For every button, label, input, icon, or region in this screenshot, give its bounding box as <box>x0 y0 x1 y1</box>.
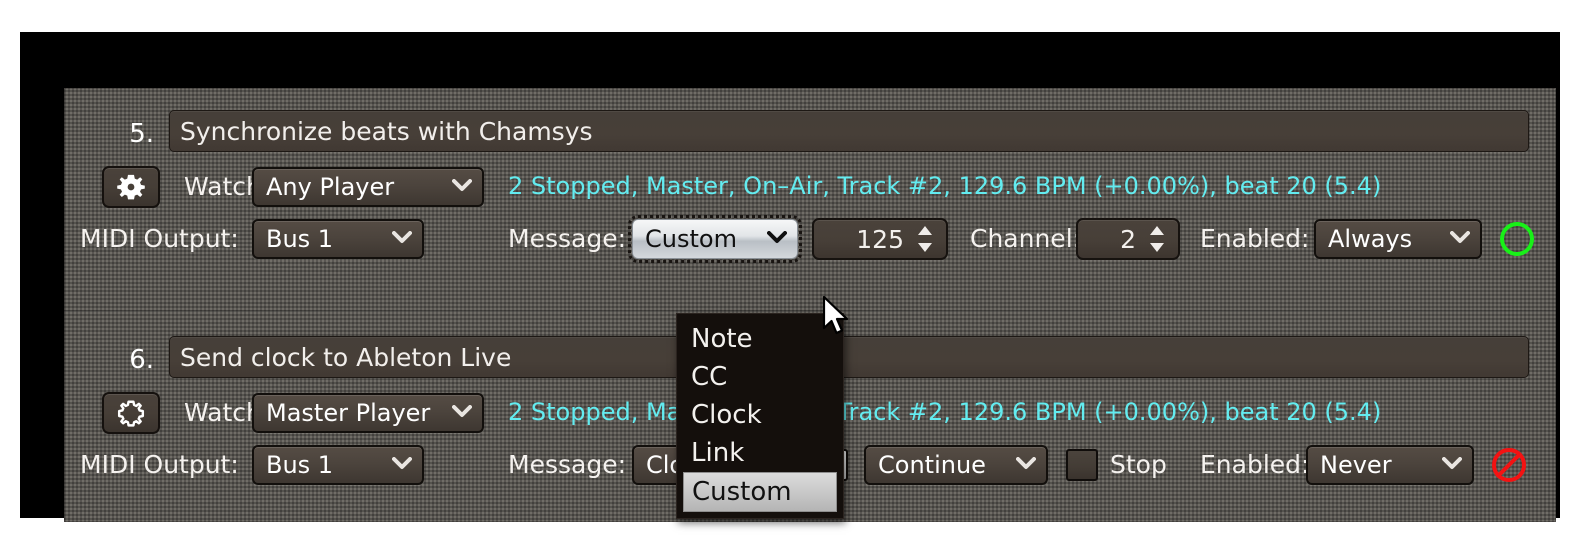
trigger-row-5: 5. Synchronize beats with Chamsys Watch: <box>64 88 1556 288</box>
trigger-6-midi-output-label: MIDI Output: <box>80 450 239 479</box>
gear-filled-icon <box>117 174 145 200</box>
trigger-6-midi-output-select[interactable]: Bus 1 <box>252 445 424 485</box>
chevron-down-icon <box>1446 231 1474 247</box>
enabled-ring-icon <box>1500 222 1534 256</box>
menu-item-label: Link <box>691 438 745 468</box>
trigger-6-enabled-value: Never <box>1320 451 1392 479</box>
menu-item-custom[interactable]: Custom <box>683 472 837 512</box>
trigger-6-index: 6. <box>129 345 154 375</box>
trigger-6-watch-select[interactable]: Master Player <box>252 393 484 433</box>
trigger-5-midi-line: MIDI Output: Bus 1 Message: Custom 125 C… <box>64 215 1556 263</box>
trigger-5-watch-select[interactable]: Any Player <box>252 167 484 207</box>
trigger-5-message-label: Message: <box>508 224 626 253</box>
trigger-5-channel-stepper[interactable]: 2 <box>1076 218 1180 260</box>
trigger-5-enabled-select[interactable]: Always <box>1314 219 1482 259</box>
trigger-6-gear-button[interactable] <box>102 392 160 434</box>
trigger-6-continue-select[interactable]: Continue <box>864 445 1048 485</box>
gear-outline-icon <box>117 400 145 427</box>
trigger-6-midi-output-value: Bus 1 <box>266 451 334 479</box>
trigger-5-message-select[interactable]: Custom <box>628 215 802 263</box>
menu-item-label: CC <box>691 362 728 392</box>
trigger-5-midi-output-value: Bus 1 <box>266 225 334 253</box>
trigger-6-enabled-select[interactable]: Never <box>1306 445 1474 485</box>
trigger-6-status-text: 2 Stopped, Master, On–Air, Track #2, 129… <box>508 398 1382 426</box>
trigger-6-enabled-indicator <box>1492 448 1526 482</box>
trigger-5-comment-input[interactable]: Synchronize beats with Chamsys <box>169 110 1529 152</box>
menu-item-clock[interactable]: Clock <box>677 396 843 434</box>
chevron-down-icon <box>448 179 476 195</box>
disabled-slash-icon <box>1492 448 1526 482</box>
trigger-5-value-number: 125 <box>856 224 904 254</box>
trigger-5-title-line: 5. Synchronize beats with Chamsys <box>64 110 1556 156</box>
trigger-5-midi-output-label: MIDI Output: <box>80 224 239 253</box>
trigger-6-comment-text: Send clock to Ableton Live <box>180 342 512 372</box>
trigger-6-stop-checkbox[interactable] <box>1066 449 1098 481</box>
chevron-down-icon <box>763 231 791 247</box>
message-dropdown-menu[interactable]: Note CC Clock Link Custom <box>676 313 844 519</box>
menu-item-link[interactable]: Link <box>677 434 843 472</box>
trigger-6-continue-value: Continue <box>878 451 986 479</box>
trigger-6-watch-value: Master Player <box>266 399 431 427</box>
stepper-arrows-icon[interactable] <box>912 224 938 254</box>
trigger-5-enabled-indicator <box>1500 222 1534 256</box>
trigger-6-comment-input[interactable]: Send clock to Ableton Live <box>169 336 1529 378</box>
trigger-list-panel: 5. Synchronize beats with Chamsys Watch: <box>64 88 1556 522</box>
trigger-5-message-value: Custom <box>645 225 737 253</box>
trigger-6-enabled-label: Enabled: <box>1200 450 1310 479</box>
menu-item-note[interactable]: Note <box>677 320 843 358</box>
chevron-down-icon <box>388 231 416 247</box>
application-window: 5. Synchronize beats with Chamsys Watch: <box>20 32 1560 522</box>
trigger-6-message-label: Message: <box>508 450 626 479</box>
row-divider <box>64 310 1556 312</box>
trigger-5-status-text: 2 Stopped, Master, On–Air, Track #2, 129… <box>508 172 1382 200</box>
stepper-arrows-icon[interactable] <box>1144 224 1170 254</box>
chevron-down-icon <box>1012 457 1040 473</box>
trigger-5-midi-output-select[interactable]: Bus 1 <box>252 219 424 259</box>
chevron-down-icon <box>448 405 476 421</box>
trigger-5-index: 5. <box>129 119 154 149</box>
menu-item-label: Note <box>691 324 753 354</box>
trigger-5-enabled-label: Enabled: <box>1200 224 1310 253</box>
trigger-5-comment-text: Synchronize beats with Chamsys <box>180 116 593 146</box>
trigger-5-channel-number: 2 <box>1120 224 1136 254</box>
trigger-5-watch-value: Any Player <box>266 173 395 201</box>
chevron-down-icon <box>1438 457 1466 473</box>
chevron-down-icon <box>388 457 416 473</box>
trigger-5-enabled-value: Always <box>1328 225 1413 253</box>
menu-item-label: Clock <box>691 400 762 430</box>
menu-item-cc[interactable]: CC <box>677 358 843 396</box>
trigger-5-value-stepper[interactable]: 125 <box>812 218 948 260</box>
trigger-5-watch-line: Watch: Any Player 2 Stopped, Master, On–… <box>64 164 1556 210</box>
menu-item-label: Custom <box>692 477 792 507</box>
trigger-5-channel-label: Channel: <box>970 224 1082 253</box>
trigger-6-stop-label: Stop <box>1110 450 1167 479</box>
trigger-5-gear-button[interactable] <box>102 166 160 208</box>
